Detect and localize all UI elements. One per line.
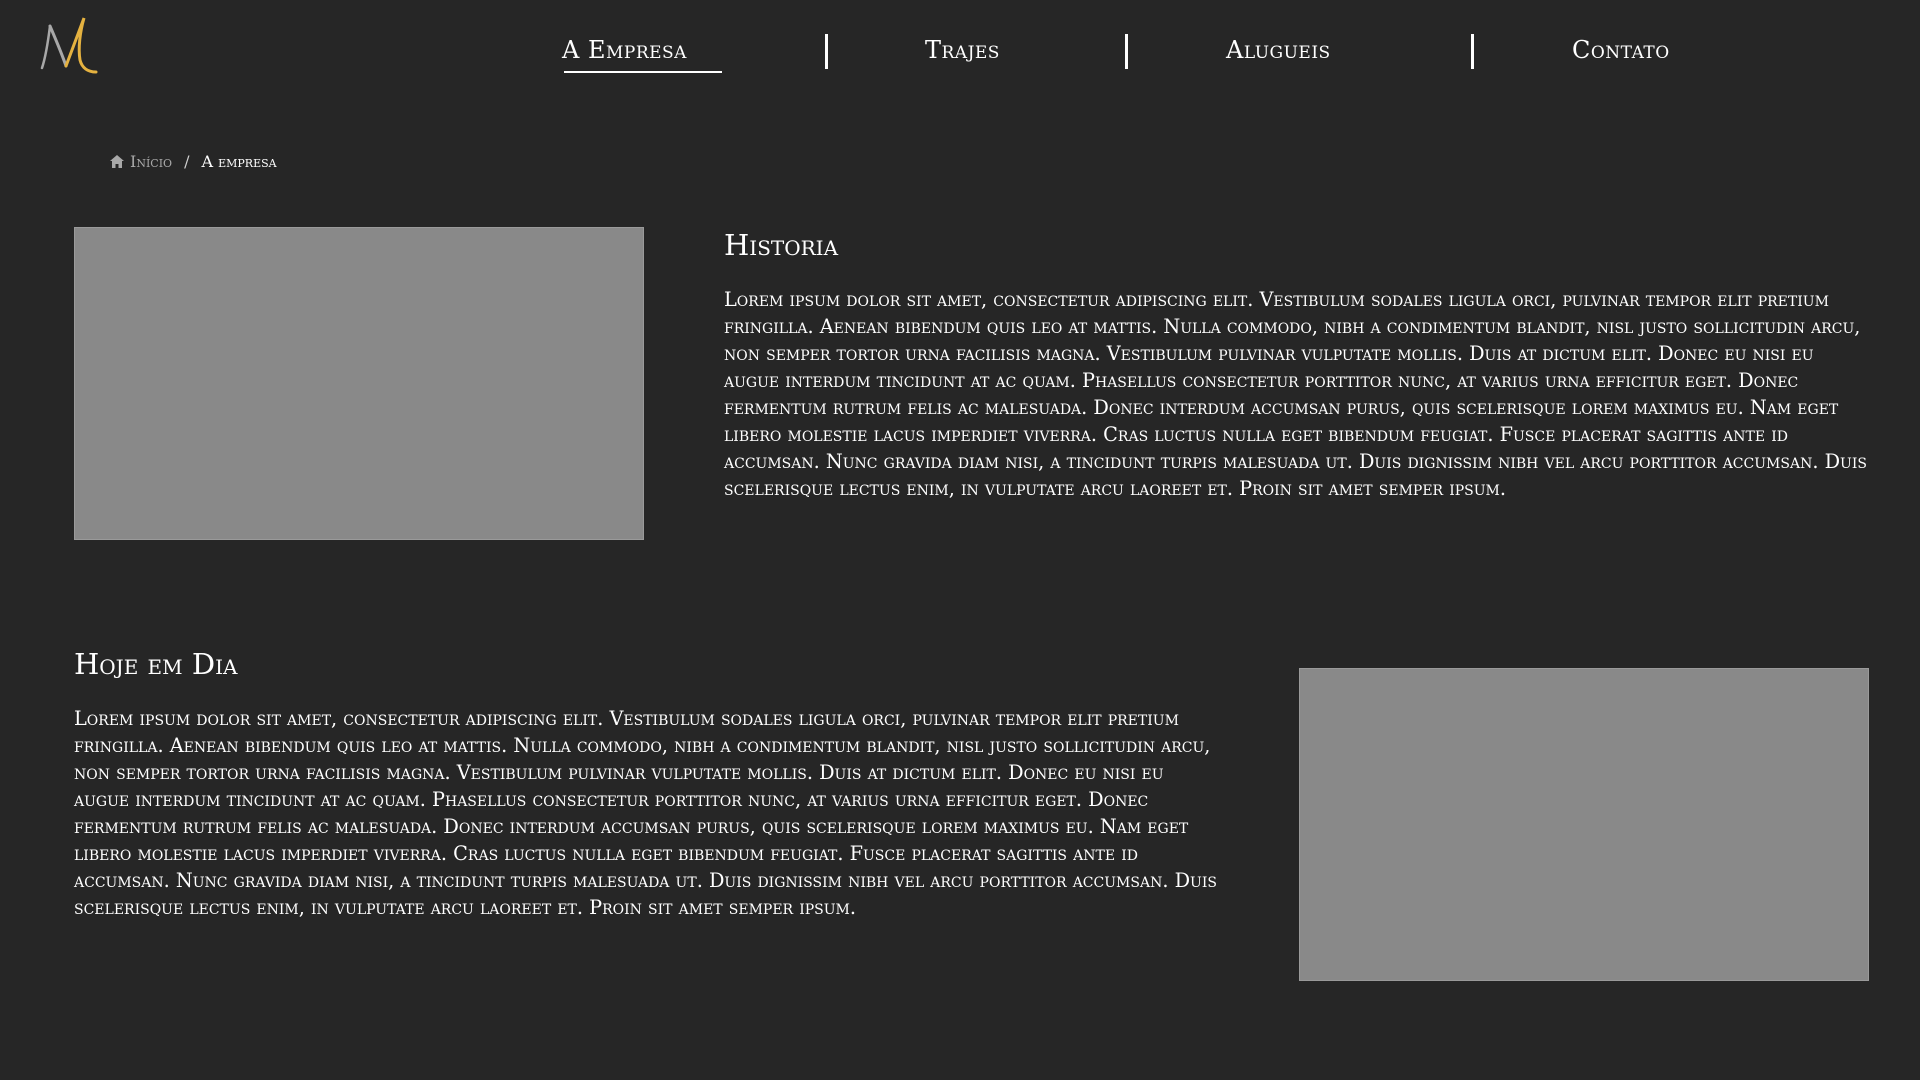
nav-item-contato[interactable]: Contato <box>1572 36 1670 64</box>
main-nav: A Empresa Trajes Alugueis Contato <box>0 0 1920 104</box>
breadcrumb-home-label: Início <box>130 152 173 171</box>
breadcrumb-current: A empresa <box>201 152 277 171</box>
historia-title: Historia <box>724 228 839 262</box>
nav-item-a-empresa[interactable]: A Empresa <box>562 36 687 64</box>
nav-item-trajes[interactable]: Trajes <box>925 36 1000 64</box>
breadcrumb: Início / A empresa <box>110 152 277 171</box>
nav-separator <box>825 34 828 69</box>
nav-active-underline <box>564 71 722 73</box>
breadcrumb-home-link[interactable]: Início <box>110 152 172 171</box>
nav-separator <box>1125 34 1128 69</box>
historia-image-placeholder <box>74 227 644 540</box>
hoje-em-dia-body: Lorem ipsum dolor sit amet, consectetur … <box>74 707 1217 919</box>
home-icon <box>110 155 124 168</box>
nav-separator <box>1471 34 1474 69</box>
hoje-em-dia-image-placeholder <box>1299 668 1869 981</box>
nav-item-alugueis[interactable]: Alugueis <box>1226 36 1331 64</box>
breadcrumb-separator: / <box>184 152 190 171</box>
historia-body: Lorem ipsum dolor sit amet, consectetur … <box>724 288 1867 500</box>
hoje-em-dia-title: Hoje em Dia <box>74 647 238 681</box>
